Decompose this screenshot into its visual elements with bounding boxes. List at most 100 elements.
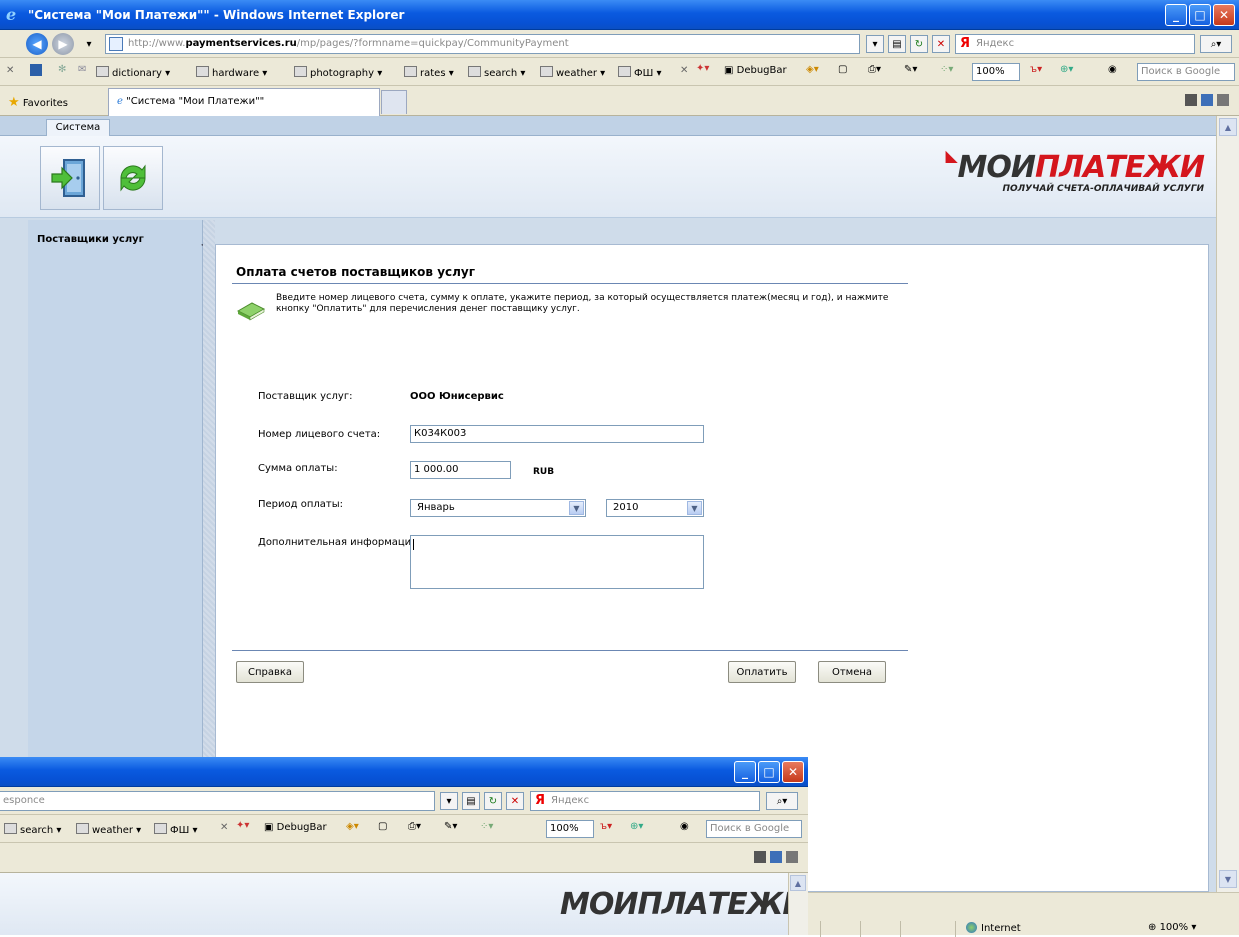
close-toolbar-icon[interactable]: ✕ — [6, 65, 14, 76]
compatibility-icon[interactable]: ▤ — [462, 792, 480, 810]
diamond-icon[interactable]: ◈▾ — [806, 64, 819, 75]
eye-icon[interactable]: ◉ — [1108, 64, 1117, 75]
zoom-select[interactable]: 100% — [972, 63, 1020, 81]
print-icon[interactable]: ⎙▾ — [408, 821, 421, 832]
address-dropdown-icon[interactable]: ▾ — [440, 792, 458, 810]
search-icon[interactable]: ⌕▾ — [766, 792, 798, 810]
sidebar-item-providers[interactable]: Поставщики услуг — [37, 234, 144, 245]
snowflake-icon[interactable]: ✻ — [58, 64, 66, 75]
diamond-icon[interactable]: ◈▾ — [346, 821, 359, 832]
eye-icon[interactable]: ◉ — [680, 821, 689, 832]
link-search[interactable]: search ▾ — [468, 66, 525, 79]
link-search[interactable]: search ▾ — [4, 823, 61, 836]
link-fsh[interactable]: ФШ ▾ — [154, 823, 198, 836]
link-weather[interactable]: weather ▾ — [76, 823, 141, 836]
link-fsh[interactable]: ФШ ▾ — [618, 66, 662, 79]
page-tool-icon[interactable]: ▢ — [378, 821, 387, 832]
cancel-button[interactable]: Отмена — [818, 661, 886, 683]
page-tool-icon[interactable]: ▢ — [838, 64, 847, 75]
window2-controls: _ □ ✕ — [734, 761, 804, 783]
zoom-value: 100% — [1159, 922, 1189, 933]
window2-scrollbar[interactable]: ▲ — [788, 873, 808, 935]
scroll-down-icon[interactable]: ▼ — [1219, 870, 1237, 888]
window2-titlebar[interactable]: _ □ ✕ — [0, 757, 808, 787]
minimize-button[interactable]: _ — [1165, 4, 1187, 26]
chevron-down-icon: ▼ — [569, 501, 584, 515]
close-button[interactable]: ✕ — [1213, 4, 1235, 26]
tab-system[interactable]: Система — [46, 119, 110, 136]
pay-button[interactable]: Оплатить — [728, 661, 796, 683]
scroll-up-icon[interactable]: ▲ — [790, 875, 806, 891]
safety-icon[interactable] — [1217, 94, 1229, 106]
resize-icon[interactable]: ⁘▾ — [480, 821, 493, 832]
extra-info-textarea[interactable] — [410, 535, 704, 589]
colorful-app-icon[interactable]: ✦▾ — [236, 820, 249, 831]
link-weather[interactable]: weather ▾ — [540, 66, 605, 79]
toolbar-app-icon[interactable] — [30, 64, 42, 76]
zoom-level[interactable]: ⊕ 100% ▾ — [1148, 922, 1196, 933]
close-toolbar-icon[interactable]: ✕ — [220, 822, 228, 833]
provider-value: ООО Юнисервис — [410, 391, 504, 402]
stop-icon[interactable]: ✕ — [932, 35, 950, 53]
safety-icon[interactable] — [786, 851, 798, 863]
link-dictionary[interactable]: dictionary ▾ — [96, 66, 170, 79]
window2-favorites-bar — [0, 843, 808, 873]
maximize-button[interactable]: □ — [1189, 4, 1211, 26]
debugbar-button[interactable]: ▣ DebugBar — [264, 822, 327, 833]
print-icon[interactable]: ⎙▾ — [868, 64, 881, 75]
year-selected: 2010 — [613, 502, 639, 513]
feeds-icon[interactable] — [770, 851, 782, 863]
debugbar-button[interactable]: ▣ DebugBar — [724, 65, 787, 76]
back-button[interactable]: ◀ — [26, 33, 48, 55]
stop-icon[interactable]: ✕ — [506, 792, 524, 810]
scroll-up-icon[interactable]: ▲ — [1219, 118, 1237, 136]
window-titlebar[interactable]: e "Система "Мои Платежи"" - Windows Inte… — [0, 0, 1239, 30]
tools-icon[interactable]: ъ▾ — [600, 821, 612, 832]
minimize-button[interactable]: _ — [734, 761, 756, 783]
resize-icon[interactable]: ⁘▾ — [940, 64, 953, 75]
tools-icon[interactable]: ъ▾ — [1030, 64, 1042, 75]
close-button[interactable]: ✕ — [782, 761, 804, 783]
address-dropdown-icon[interactable]: ▾ — [866, 35, 884, 53]
link-rates[interactable]: rates ▾ — [404, 66, 454, 79]
window2-yandex-input[interactable]: Я Яндекс — [530, 791, 760, 811]
refresh-icon[interactable]: ↻ — [484, 792, 502, 810]
year-select[interactable]: 2010 ▼ — [606, 499, 704, 517]
forward-button[interactable]: ▶ — [52, 33, 74, 55]
add-icon[interactable]: ⊕▾ — [1060, 64, 1073, 75]
amount-input[interactable]: 1 000.00 — [410, 461, 511, 479]
home-icon[interactable] — [754, 851, 766, 863]
refresh-icon[interactable]: ↻ — [910, 35, 928, 53]
colorful-app-icon[interactable]: ✦▾ — [696, 63, 709, 74]
link-photography[interactable]: photography ▾ — [294, 66, 382, 79]
window2-address-input[interactable]: esponce — [0, 791, 435, 811]
yandex-search-input[interactable]: Я Яндекс — [955, 34, 1195, 54]
zoom-select[interactable]: 100% — [546, 820, 594, 838]
google-search-input[interactable]: Поиск в Google — [706, 820, 802, 838]
address-input[interactable]: http://www.paymentservices.ru/mp/pages/?… — [105, 34, 860, 54]
mail-icon[interactable]: ✉ — [78, 64, 86, 75]
history-dropdown-icon[interactable]: ▾ — [80, 35, 98, 53]
favorites-button[interactable]: ★ Favorites — [8, 95, 68, 110]
refresh-button[interactable] — [103, 146, 163, 210]
link-hardware[interactable]: hardware ▾ — [196, 66, 267, 79]
maximize-button[interactable]: □ — [758, 761, 780, 783]
feeds-icon[interactable] — [1201, 94, 1213, 106]
add-icon[interactable]: ⊕▾ — [630, 821, 643, 832]
browser-tab[interactable]: e "Система "Мои Платежи"" — [108, 88, 380, 116]
pen-icon[interactable]: ✎▾ — [444, 821, 457, 832]
search-icon[interactable]: ⌕▾ — [1200, 35, 1232, 53]
month-select[interactable]: Январь ▼ — [410, 499, 586, 517]
vertical-scrollbar[interactable]: ▲ ▼ — [1216, 116, 1239, 892]
google-search-input[interactable]: Поиск в Google — [1137, 63, 1235, 81]
help-button[interactable]: Справка — [236, 661, 304, 683]
close-toolbar2-icon[interactable]: ✕ — [680, 65, 688, 76]
home-icon[interactable] — [1185, 94, 1197, 106]
security-zone[interactable]: Internet — [966, 922, 1021, 934]
new-tab-button[interactable] — [381, 90, 407, 114]
account-input[interactable]: К034К003 — [410, 425, 704, 443]
compatibility-icon[interactable]: ▤ — [888, 35, 906, 53]
pen-icon[interactable]: ✎▾ — [904, 64, 917, 75]
page-tools — [754, 851, 798, 863]
exit-button[interactable] — [40, 146, 100, 210]
